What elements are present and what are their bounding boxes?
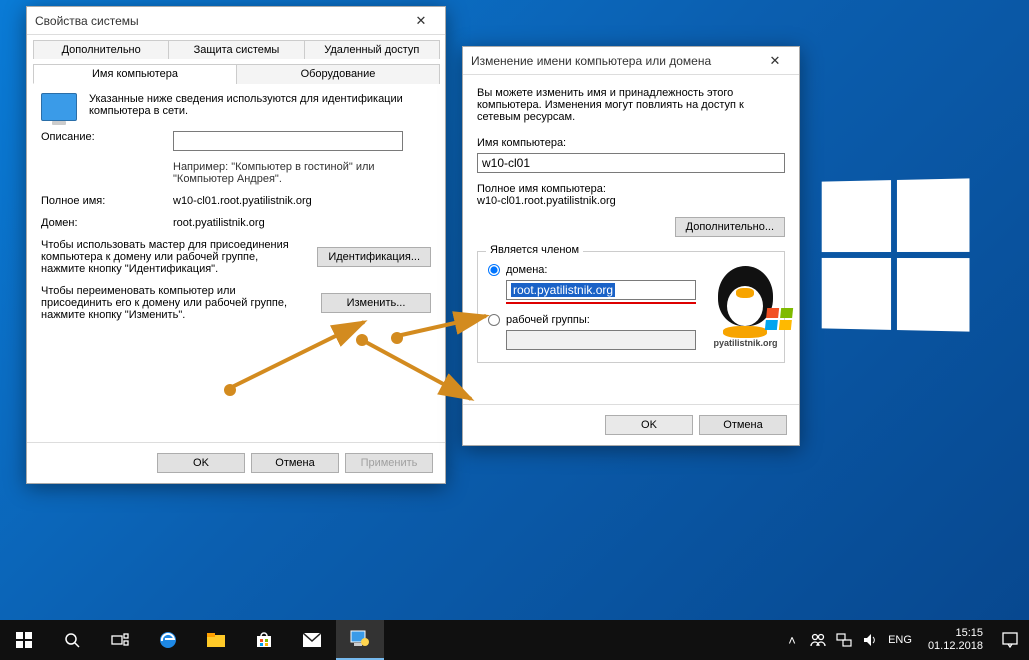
dialog-content: Вы можете изменить имя и принадлежность … — [463, 75, 799, 375]
wizard-hint: Чтобы использовать мастер для присоедине… — [41, 239, 305, 275]
clock-date: 01.12.2018 — [928, 640, 983, 653]
tab-content: Указанные ниже сведения используются для… — [27, 83, 445, 341]
member-of-group: Является членом домена: root.pyatilistni… — [477, 251, 785, 363]
identification-button[interactable]: Идентификация... — [317, 247, 431, 267]
workgroup-input — [506, 330, 696, 350]
fullname-label: Полное имя компьютера: — [477, 183, 785, 195]
name-label: Имя компьютера: — [477, 137, 785, 149]
intro-text: Вы можете изменить имя и принадлежность … — [477, 87, 785, 123]
search-icon[interactable] — [48, 620, 96, 660]
domain-value: root.pyatilistnik.org — [173, 217, 265, 229]
logo-caption: pyatilistnik.org — [703, 338, 788, 348]
ok-button[interactable]: OK — [605, 415, 693, 435]
annotation-arrow — [391, 310, 501, 370]
member-of-legend: Является членом — [486, 244, 583, 256]
volume-icon[interactable] — [862, 632, 878, 648]
explorer-icon[interactable] — [192, 620, 240, 660]
ok-button[interactable]: OK — [157, 453, 245, 473]
computer-name-input[interactable] — [477, 153, 785, 173]
window-title: Изменение имени компьютера или домена — [471, 54, 711, 68]
description-input[interactable] — [173, 131, 403, 151]
tab-protection[interactable]: Защита системы — [168, 40, 304, 59]
annotation-underline — [506, 302, 696, 304]
mail-icon[interactable] — [288, 620, 336, 660]
tab-advanced[interactable]: Дополнительно — [33, 40, 169, 59]
more-button[interactable]: Дополнительно... — [675, 217, 785, 237]
radio-workgroup-label: рабочей группы: — [506, 314, 590, 326]
dialog-buttons: OK Отмена — [463, 404, 799, 445]
start-button[interactable] — [0, 620, 48, 660]
fullname-value: w10-cl01.root.pyatilistnik.org — [477, 195, 785, 207]
computer-icon — [41, 93, 77, 121]
radio-domain-label: домена: — [506, 264, 547, 276]
cancel-button[interactable]: Отмена — [699, 415, 787, 435]
tab-row-upper: Дополнительно Защита системы Удаленный д… — [33, 39, 439, 59]
people-icon[interactable] — [810, 632, 826, 648]
tab-remote[interactable]: Удаленный доступ — [304, 40, 440, 59]
clock[interactable]: 15:15 01.12.2018 — [920, 627, 991, 653]
radio-domain[interactable] — [488, 264, 500, 276]
windows-logo-wallpaper — [822, 178, 970, 331]
fullname-value: w10-cl01.root.pyatilistnik.org — [173, 195, 312, 207]
domain-input-value: root.pyatilistnik.org — [511, 283, 615, 297]
apply-button[interactable]: Применить — [345, 453, 433, 473]
taskbar[interactable]: ˄ ENG 15:15 01.12.2018 — [0, 620, 1029, 660]
task-view-icon[interactable] — [96, 620, 144, 660]
description-hint: Например: "Компьютер в гостиной" или "Ко… — [173, 161, 431, 185]
tab-row-lower: Имя компьютера Оборудование — [33, 63, 439, 83]
clock-time: 15:15 — [928, 627, 983, 640]
pyatilistnik-logo: pyatilistnik.org — [703, 258, 788, 348]
system-tray[interactable]: ˄ ENG — [776, 632, 920, 648]
action-center-icon[interactable] — [991, 620, 1029, 660]
description-label: Описание: — [41, 131, 161, 143]
dialog-buttons: OK Отмена Применить — [27, 442, 445, 483]
window-title: Свойства системы — [35, 14, 139, 28]
tab-hardware[interactable]: Оборудование — [236, 64, 440, 84]
close-icon[interactable]: ✕ — [755, 50, 795, 72]
network-icon[interactable] — [836, 632, 852, 648]
name-domain-dialog: Изменение имени компьютера или домена ✕ … — [462, 46, 800, 446]
domain-label: Домен: — [41, 217, 161, 229]
edge-icon[interactable] — [144, 620, 192, 660]
close-icon[interactable]: ✕ — [401, 10, 441, 32]
titlebar[interactable]: Свойства системы ✕ — [27, 7, 445, 35]
system-properties-taskbar-item[interactable] — [336, 620, 384, 660]
tray-chevron-up-icon[interactable]: ˄ — [784, 632, 800, 648]
fullname-label: Полное имя: — [41, 195, 161, 207]
titlebar[interactable]: Изменение имени компьютера или домена ✕ — [463, 47, 799, 75]
tab-computer-name[interactable]: Имя компьютера — [33, 64, 237, 84]
domain-input[interactable]: root.pyatilistnik.org — [506, 280, 696, 300]
intro-text: Указанные ниже сведения используются для… — [89, 93, 431, 117]
store-icon[interactable] — [240, 620, 288, 660]
cancel-button[interactable]: Отмена — [251, 453, 339, 473]
language-indicator[interactable]: ENG — [888, 634, 912, 646]
